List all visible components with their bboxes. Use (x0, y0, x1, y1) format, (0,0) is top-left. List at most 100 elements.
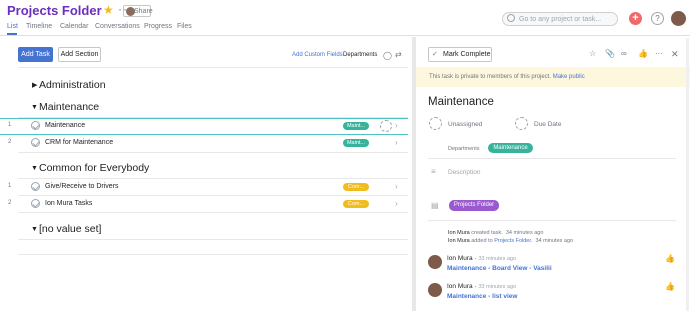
task-row[interactable]: 2 Ion Mura Tasks Com... › (0, 196, 412, 212)
department-tag[interactable]: Maint... (343, 139, 369, 147)
complete-check-icon[interactable] (31, 199, 40, 208)
make-public-link[interactable]: Make public (553, 74, 585, 80)
section-header-maintenance[interactable]: Maintenance (39, 101, 99, 113)
complete-check-icon[interactable] (31, 138, 40, 147)
tab-progress[interactable]: Progress (144, 23, 172, 30)
expanded-triangle-icon[interactable]: ▼ (31, 226, 38, 233)
chevron-right-icon[interactable]: › (395, 121, 398, 130)
activity-project-link[interactable]: Projects Folder. (494, 238, 532, 244)
collapsed-triangle-icon[interactable]: ▶ (32, 81, 37, 89)
user-avatar[interactable] (671, 11, 686, 26)
assignee-icon[interactable] (429, 117, 442, 130)
add-task-button[interactable]: Add Task (18, 47, 53, 62)
complete-check-icon[interactable] (31, 182, 40, 191)
activity-time: 34 minutes ago (505, 230, 544, 236)
section-header-common[interactable]: Common for Everybody (39, 162, 149, 174)
activity-action: added to (471, 238, 493, 244)
divider (18, 152, 408, 153)
project-icon: ▤ (431, 201, 439, 210)
thumbs-up-icon[interactable]: 👍 (665, 282, 675, 291)
comment-avatar[interactable] (428, 255, 442, 269)
comment-text[interactable]: Maintenance - list view (447, 293, 517, 300)
task-row[interactable]: 1 Maintenance Maint... › (0, 118, 412, 134)
divider (18, 254, 408, 255)
divider (18, 239, 408, 240)
tab-files[interactable]: Files (177, 23, 192, 30)
complete-check-icon[interactable] (31, 121, 40, 130)
task-name[interactable]: Give/Receive to Drivers (45, 183, 119, 190)
comment-header: Ion Mura · 33 minutes ago (447, 255, 517, 262)
activity-time: 34 minutes ago (535, 238, 574, 244)
departments-value-pill[interactable]: Maintenance (488, 143, 533, 153)
swap-icon[interactable]: ⇄ (395, 50, 402, 59)
due-date-field[interactable]: Due Date (534, 121, 561, 128)
row-number: 2 (8, 139, 12, 145)
tab-timeline[interactable]: Timeline (26, 23, 52, 30)
close-icon[interactable]: ✕ (671, 49, 679, 60)
thumbs-up-icon[interactable]: 👍 (638, 49, 648, 58)
section-header-no-value[interactable]: [no value set] (39, 223, 101, 235)
active-tab-indicator (7, 33, 17, 35)
divider (428, 220, 676, 221)
quick-add-button[interactable]: + (629, 12, 642, 25)
tab-list[interactable]: List (7, 23, 18, 30)
search-input[interactable]: Go to any project or task... (502, 12, 618, 26)
project-pill[interactable]: Projects Folder (449, 200, 499, 211)
activity-user[interactable]: Ion Mura (448, 230, 470, 236)
task-row[interactable]: 2 CRM for Maintenance Maint... › (0, 135, 412, 151)
people-icon[interactable]: ◯ (383, 51, 392, 60)
activity-entry: Ion Mura added to Projects Folder. 34 mi… (448, 238, 573, 244)
task-name[interactable]: Maintenance (45, 122, 85, 129)
project-title[interactable]: Projects Folder (7, 3, 102, 18)
assignee-placeholder-icon[interactable] (380, 120, 392, 132)
tab-calendar[interactable]: Calendar (60, 23, 88, 30)
activity-user[interactable]: Ion Mura (448, 238, 470, 244)
expanded-triangle-icon[interactable]: ▼ (31, 104, 38, 111)
attachment-icon[interactable]: 📎 (605, 49, 615, 58)
department-tag[interactable]: Com... (343, 200, 369, 208)
top-bar: Projects Folder ★ ··· Share List Timelin… (0, 0, 690, 36)
chevron-right-icon[interactable]: › (395, 182, 398, 191)
department-tag[interactable]: Com... (343, 183, 369, 191)
help-button[interactable]: ? (651, 12, 664, 25)
chevron-right-icon[interactable]: › (395, 199, 398, 208)
search-icon (507, 14, 515, 22)
thumbs-up-icon[interactable]: 👍 (665, 254, 675, 263)
expanded-triangle-icon[interactable]: ▼ (31, 165, 38, 172)
activity-entry: Ion Mura created task. 34 minutes ago (448, 230, 543, 236)
avatar (126, 7, 135, 16)
like-icon[interactable]: ☆ (589, 49, 596, 58)
section-header-administration[interactable]: Administration (39, 79, 106, 91)
add-custom-fields-link[interactable]: Add Custom Fields (292, 52, 343, 58)
activity-action: created task. (471, 230, 503, 236)
more-options-icon[interactable]: ··· (655, 49, 663, 58)
comment-author[interactable]: Ion Mura (447, 255, 473, 262)
comment-time: 33 minutes ago (478, 284, 517, 290)
description-icon: ≡ (431, 167, 436, 176)
divider (18, 212, 408, 213)
description-field[interactable]: Description (448, 169, 481, 176)
comment-author[interactable]: Ion Mura (447, 283, 473, 290)
comment-time: 33 minutes ago (478, 256, 517, 262)
comment-avatar[interactable] (428, 283, 442, 297)
row-number: 1 (8, 122, 12, 128)
add-section-button[interactable]: Add Section (58, 47, 101, 62)
chevron-right-icon[interactable]: › (395, 138, 398, 147)
comment-header: Ion Mura · 33 minutes ago (447, 283, 517, 290)
comment-text[interactable]: Maintenance - Board View - Vasilii (447, 265, 552, 272)
scrollbar[interactable] (686, 38, 689, 311)
task-title[interactable]: Maintenance (428, 96, 494, 108)
task-row[interactable]: 1 Give/Receive to Drivers Com... › (0, 179, 412, 195)
check-icon: ✓ (432, 51, 438, 58)
tab-conversations[interactable]: Conversations (95, 23, 140, 30)
task-name[interactable]: Ion Mura Tasks (45, 200, 92, 207)
calendar-icon[interactable] (515, 117, 528, 130)
assignee-field[interactable]: Unassigned (448, 121, 482, 128)
row-number: 2 (8, 200, 12, 206)
link-icon[interactable]: ∞ (621, 49, 627, 58)
departments-column-header[interactable]: Departments (343, 52, 377, 58)
star-icon[interactable]: ★ (103, 3, 114, 17)
department-tag[interactable]: Maint... (343, 122, 369, 130)
task-name[interactable]: CRM for Maintenance (45, 139, 113, 146)
row-number: 1 (8, 183, 12, 189)
